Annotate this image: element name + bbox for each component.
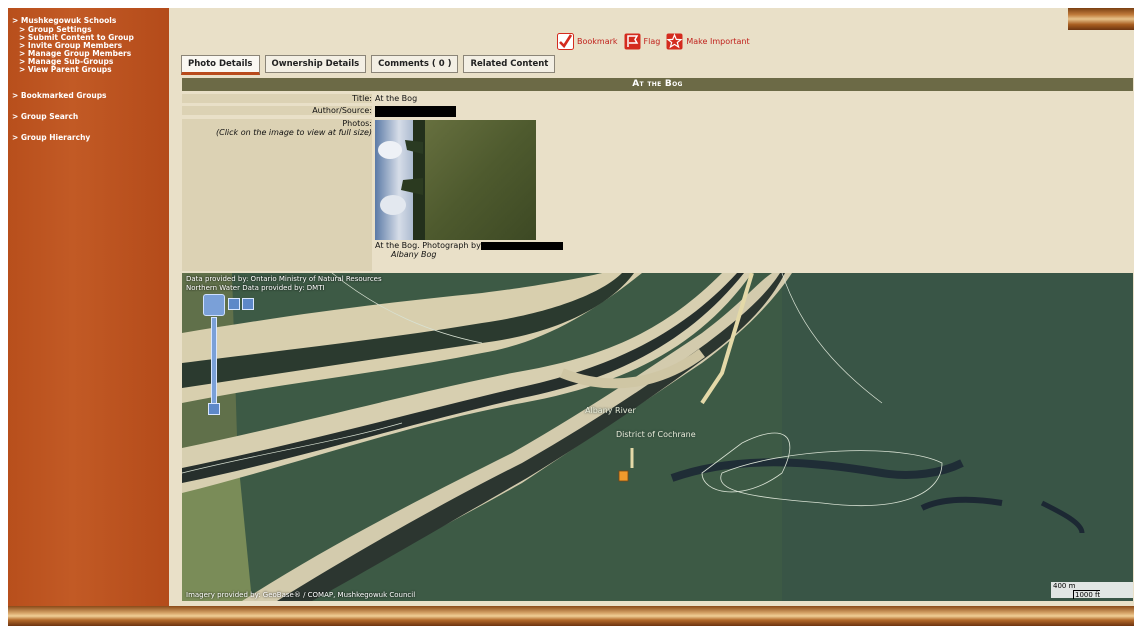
- make-important-button[interactable]: Make Important: [666, 32, 750, 50]
- caption-place: Albany Bog: [391, 250, 437, 259]
- sidebar: > Mushkegowuk Schools > Group Settings >…: [8, 8, 169, 606]
- tab-related-content[interactable]: Related Content: [463, 55, 556, 73]
- checkmark-icon: [557, 32, 574, 50]
- map-scale-bar: 400 m 1000 ft: [1051, 582, 1133, 599]
- scale-feet: 1000 ft: [1073, 590, 1101, 599]
- action-bar: Bookmark Flag Make Important: [557, 32, 756, 50]
- photo-thumbnail[interactable]: [375, 120, 536, 240]
- author-row: Author/Source:: [182, 106, 1133, 117]
- footer-decoration: [8, 606, 1134, 626]
- sidebar-group-name: Mushkegowuk Schools: [20, 16, 117, 25]
- author-value-redacted: [375, 106, 456, 119]
- photos-label-cell: Photos: (Click on the image to view at f…: [182, 119, 372, 271]
- map-zoom-extent-button[interactable]: [228, 298, 240, 310]
- map-pan-control[interactable]: [203, 294, 225, 316]
- sidebar-item-group-search[interactable]: > Group Search: [12, 112, 78, 121]
- map-label-river: Albany River: [585, 406, 636, 415]
- tab-comments[interactable]: Comments ( 0 ): [371, 55, 459, 73]
- photo-caption: At the Bog. Photograph by: [375, 241, 563, 250]
- photos-label: Photos:: [342, 119, 372, 128]
- sidebar-item-label: Group Search: [20, 112, 79, 121]
- sidebar-item-label: Bookmarked Groups: [20, 91, 107, 100]
- star-icon: [666, 32, 683, 49]
- flag-icon: [624, 33, 641, 49]
- author-label: Author/Source:: [182, 106, 372, 115]
- map-layers-button[interactable]: [242, 298, 254, 310]
- title-value: At the Bog: [375, 94, 418, 103]
- important-label: Make Important: [686, 36, 750, 46]
- flag-label: Flag: [643, 36, 661, 46]
- map-attribution-water: Northern Water Data provided by: DMTI: [186, 284, 325, 292]
- map-attribution-imagery: Imagery provided by: GeoBase® / COMAP, M…: [186, 591, 416, 599]
- sidebar-item-bookmarked-groups[interactable]: > Bookmarked Groups: [12, 91, 107, 100]
- tab-photo-details[interactable]: Photo Details: [181, 55, 260, 75]
- tab-ownership-details[interactable]: Ownership Details: [264, 55, 367, 73]
- sidebar-item-view-parent-groups[interactable]: > View Parent Groups: [19, 65, 112, 74]
- sidebar-group-link[interactable]: > Mushkegowuk Schools: [12, 16, 116, 25]
- map-zoom-out-button[interactable]: [208, 403, 220, 415]
- main-content: Bookmark Flag Make Important Photo Detai…: [169, 8, 1134, 606]
- photographer-redacted: [480, 241, 563, 250]
- map-label-district: District of Cochrane: [616, 430, 696, 439]
- photos-row: Photos: (Click on the image to view at f…: [182, 119, 1133, 271]
- scale-meters: 400 m: [1053, 582, 1076, 590]
- bookmark-button[interactable]: Bookmark: [557, 32, 618, 50]
- map-zoom-slider[interactable]: [211, 317, 217, 409]
- sidebar-item-label: Group Hierarchy: [20, 133, 91, 142]
- title-label: Title:: [182, 94, 372, 103]
- photo-image: [375, 120, 536, 240]
- sidebar-item-label: View Parent Groups: [27, 65, 112, 74]
- map-attribution-top: Data provided by: Ontario Ministry of Na…: [186, 275, 382, 283]
- page-title: At the Bog: [182, 78, 1133, 91]
- photos-hint: (Click on the image to view at full size…: [216, 128, 372, 137]
- sidebar-item-group-hierarchy[interactable]: > Group Hierarchy: [12, 133, 90, 142]
- title-row: Title: At the Bog: [182, 94, 1133, 104]
- header-decoration: [1068, 8, 1134, 30]
- bookmark-label: Bookmark: [577, 36, 618, 46]
- map-view[interactable]: Data provided by: Ontario Ministry of Na…: [182, 273, 1133, 601]
- flag-button[interactable]: Flag: [624, 33, 661, 50]
- caption-text: At the Bog. Photograph by: [375, 241, 481, 250]
- detail-tabs: Photo Details Ownership Details Comments…: [181, 55, 560, 75]
